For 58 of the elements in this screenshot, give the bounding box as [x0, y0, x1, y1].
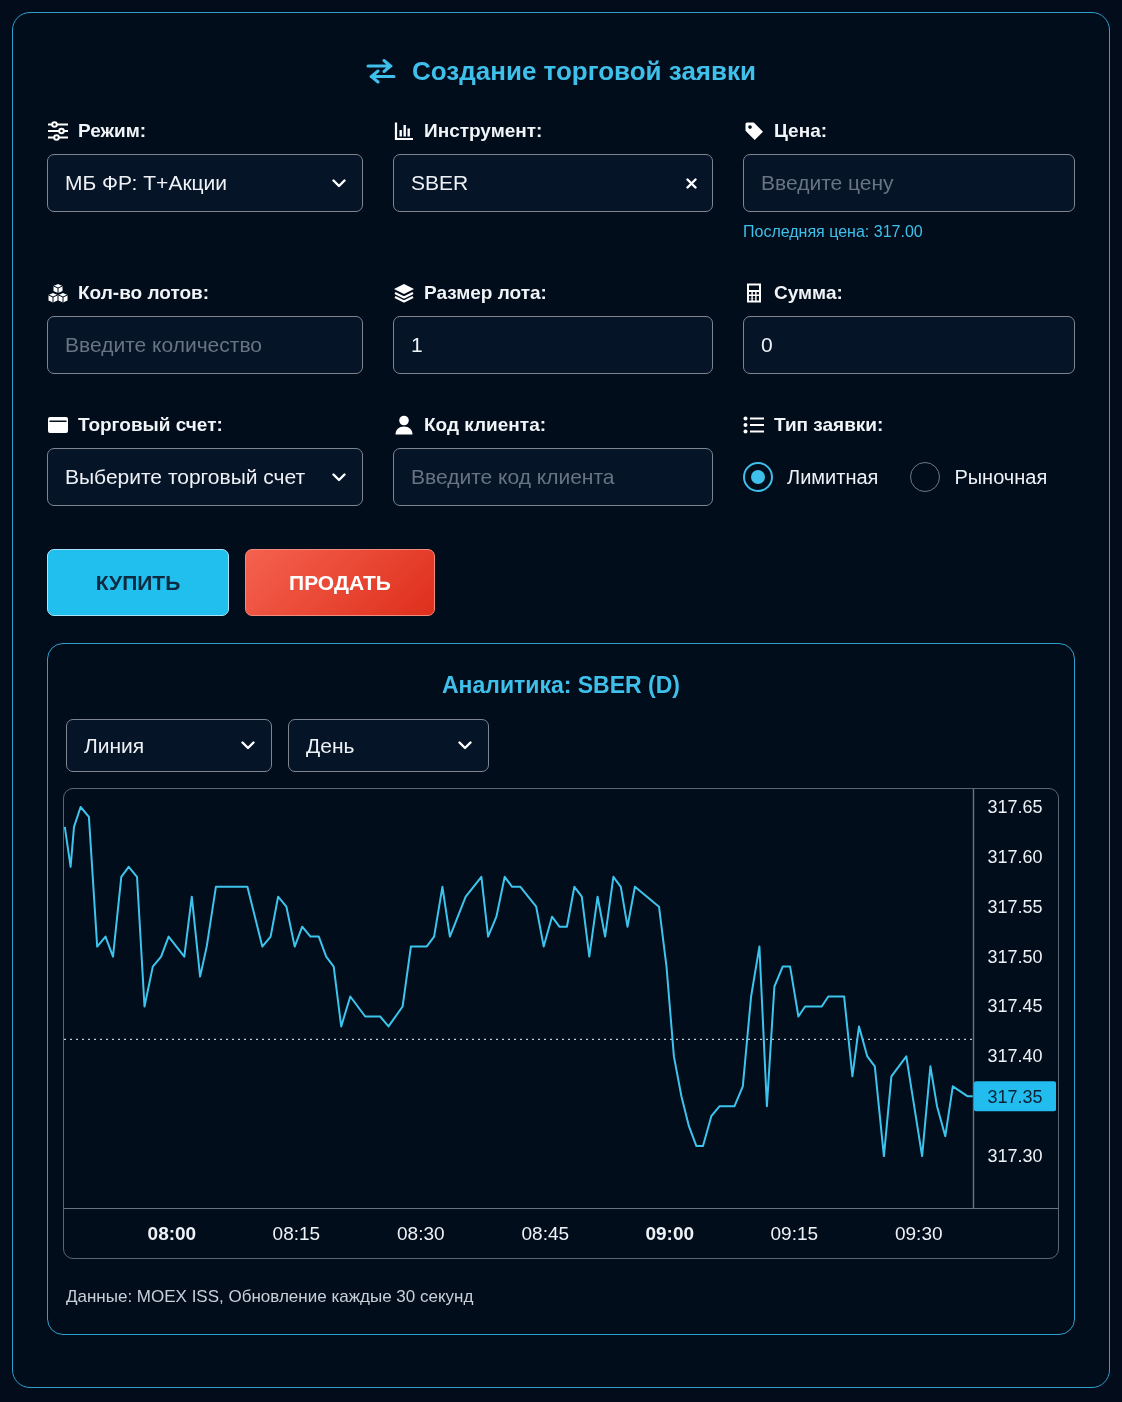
- dropdown[interactable]: День: [288, 719, 489, 772]
- sum-field[interactable]: 0: [743, 316, 1075, 374]
- lot-size-field[interactable]: 1: [393, 316, 713, 374]
- annotation: 317.35: [987, 1087, 1043, 1108]
- dropdown[interactable]: Линия: [66, 719, 272, 772]
- y-axis-label: 317.50: [987, 946, 1043, 967]
- bar-chart-icon: [393, 121, 415, 141]
- lots-field[interactable]: Введите количество: [47, 316, 363, 374]
- x-axis-label: 08:30: [397, 1223, 445, 1245]
- layers-icon: [393, 283, 415, 303]
- field-label: Инструмент:: [424, 120, 543, 142]
- y-axis-label: 317.60: [987, 846, 1043, 867]
- cubes-icon: [47, 283, 69, 303]
- radio-label: Лимитная: [787, 465, 879, 489]
- account-dropdown[interactable]: Выберите торговый счет: [47, 448, 363, 506]
- last-price-label: 317.35: [974, 1081, 1056, 1112]
- price-field[interactable]: Введите цену: [743, 154, 1075, 212]
- field-label: Торговый счет:: [78, 414, 223, 436]
- tag-icon: [743, 121, 765, 141]
- field-label: Тип заявки:: [774, 414, 884, 436]
- data-source-note: Данные: MOEX ISS, Обновление каждые 30 секунд: [66, 1287, 474, 1306]
- y-axis-label: 317.55: [987, 896, 1043, 917]
- field-label: Сумма:: [774, 282, 843, 304]
- close-icon[interactable]: [686, 178, 697, 189]
- chevron-down-icon: [458, 741, 472, 750]
- field-label: Режим:: [78, 120, 147, 142]
- y-axis-label: 317.65: [987, 796, 1043, 817]
- x-axis-label: 09:00: [645, 1223, 695, 1245]
- wallet-icon: [47, 415, 69, 435]
- buy-button[interactable]: КУПИТЬ: [47, 549, 229, 616]
- x-axis-label: 08:15: [272, 1223, 321, 1245]
- field-label: Кол-во лотов:: [78, 282, 210, 304]
- exchange-icon: [366, 58, 396, 84]
- x-axis-label: 09:30: [895, 1223, 943, 1245]
- field-label: Размер лота:: [424, 282, 547, 304]
- x-axis-label: 08:00: [147, 1223, 197, 1245]
- x-axis-label: 08:45: [521, 1223, 570, 1245]
- y-axis-label: 317.40: [987, 1046, 1043, 1067]
- instrument-field[interactable]: SBER: [393, 154, 713, 212]
- sell-button[interactable]: ПРОДАТЬ: [245, 549, 435, 616]
- user-icon: [393, 415, 415, 435]
- radio-label: Рыночная: [954, 465, 1048, 489]
- chevron-down-icon: [332, 178, 346, 188]
- chart-title: Аналитика: SBER (D): [442, 672, 680, 698]
- y-axis-label: 317.30: [987, 1146, 1043, 1167]
- sliders-icon: [47, 121, 69, 141]
- client-code-field[interactable]: Введите код клиента: [393, 448, 713, 506]
- mode-dropdown[interactable]: МБ ФР: Т+Акции: [47, 154, 363, 212]
- x-axis-label: 09:15: [770, 1223, 819, 1245]
- field-label: Код клиента:: [424, 414, 547, 436]
- radio-button[interactable]: [743, 462, 773, 492]
- form-title: Создание торговой заявки: [412, 55, 756, 87]
- y-axis-label: 317.45: [987, 996, 1043, 1017]
- field-label: Цена:: [774, 120, 828, 142]
- chevron-down-icon: [332, 472, 346, 482]
- chevron-down-icon: [241, 741, 255, 750]
- list-icon: [743, 415, 765, 435]
- last-price-hint: Последняя цена: 317.00: [743, 222, 923, 242]
